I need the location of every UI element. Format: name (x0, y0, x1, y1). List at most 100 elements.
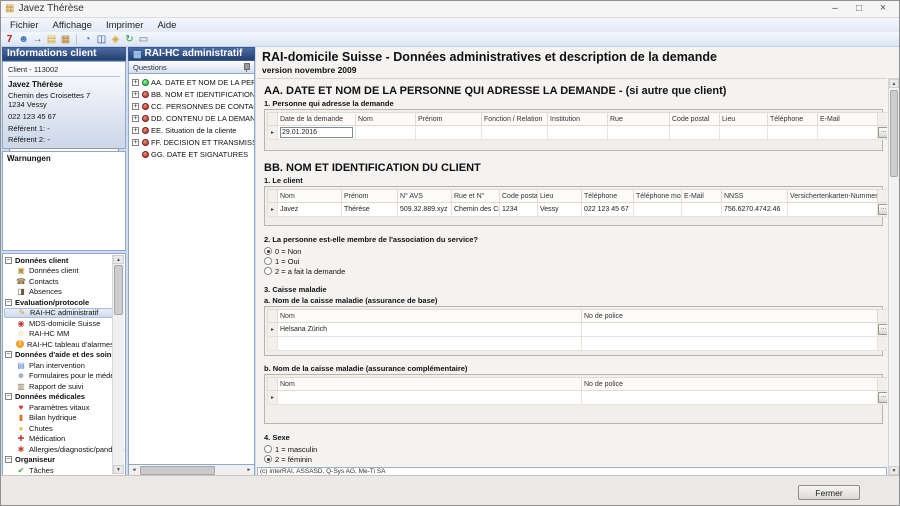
column-header-t-l-phone-mobile[interactable]: Téléphone mobile (634, 190, 682, 203)
column-header-rue-et-n[interactable]: Rue et N° (452, 190, 500, 203)
expand-icon[interactable] (132, 115, 139, 122)
scroll-thumb[interactable] (114, 265, 123, 315)
expand-icon[interactable] (132, 79, 139, 86)
cell[interactable] (356, 126, 416, 140)
nav-group-donn-es-m-dicales[interactable]: Données médicales (4, 392, 113, 403)
sidebar-item-rai-hc-administratif[interactable]: ✎RAI-HC administratif (4, 308, 113, 319)
expand-icon[interactable] (132, 103, 139, 110)
table-row[interactable]: JavezThérèse509.32.889.xyzChemin des Cro… (268, 203, 888, 217)
column-header-n-avs[interactable]: N° AVS (398, 190, 452, 203)
cell[interactable]: Helsana Zürich (278, 323, 582, 337)
radio-option-1-oui[interactable]: 1 = Oui (264, 256, 887, 266)
column-header-code-postal[interactable]: Code postal (670, 113, 720, 126)
column-header-nom[interactable]: Nom (278, 190, 342, 203)
maximize-icon[interactable] (847, 1, 871, 17)
question-tree-item-gg[interactable]: GG. DATE ET SIGNATURES (129, 148, 254, 160)
scroll-right-icon[interactable] (244, 467, 254, 473)
nav-group-donn-es-client[interactable]: Données client (4, 255, 113, 266)
cell[interactable] (278, 337, 582, 351)
cell[interactable] (682, 203, 722, 217)
column-header-lieu[interactable]: Lieu (720, 113, 768, 126)
scroll-up-icon[interactable] (113, 255, 124, 264)
pin-icon[interactable] (242, 63, 250, 72)
radio-selected-icon[interactable] (264, 247, 272, 255)
column-header-rue[interactable]: Rue (608, 113, 670, 126)
detail-button[interactable] (878, 392, 887, 403)
sidebar-item-rai-hc-mm[interactable]: ☆RAI-HC MM (4, 329, 113, 340)
cell[interactable] (548, 126, 608, 140)
question-tree-item-bb[interactable]: BB. NOM ET IDENTIFICATION DU CLIENT (129, 88, 254, 100)
collapse-icon[interactable] (5, 257, 12, 264)
cell[interactable] (788, 203, 878, 217)
radio-option-1-masculin[interactable]: 1 = masculin (264, 444, 887, 454)
column-header-lieu[interactable]: Lieu (538, 190, 582, 203)
cell[interactable]: 756.6270.4742.46 (722, 203, 788, 217)
sidebar-item-mds-domicile-suisse[interactable]: ◉MDS-domicile Suisse (4, 318, 113, 329)
sidebar-item-t-ches[interactable]: ✔Tâches (4, 465, 113, 476)
cell[interactable] (582, 391, 878, 405)
question-tree-item-cc[interactable]: CC. PERSONNES DE CONTACT (129, 100, 254, 112)
form-scroll-down-icon[interactable] (889, 466, 899, 475)
scroll-down-icon[interactable] (113, 465, 124, 474)
nav-group-evaluation-protocole[interactable]: Evaluation/protocole (4, 297, 113, 308)
sidebar-item-donn-es-client[interactable]: ▣Données client (4, 266, 113, 277)
nav-group-organiseur[interactable]: Organiseur (4, 455, 113, 466)
expand-icon[interactable] (132, 139, 139, 146)
column-header-t-l-phone[interactable]: Téléphone (582, 190, 634, 203)
save-icon[interactable]: ◫ (95, 33, 108, 46)
cell[interactable]: Vessy (538, 203, 582, 217)
column-header-pr-nom[interactable]: Prénom (416, 113, 482, 126)
expand-icon[interactable] (132, 127, 139, 134)
cell[interactable] (720, 126, 768, 140)
collapse-icon[interactable] (5, 351, 12, 358)
column-header-fonction-relation[interactable]: Fonction / Relation (482, 113, 548, 126)
radio-option-2-f-minin[interactable]: 2 = féminin (264, 454, 887, 464)
cell[interactable] (608, 126, 670, 140)
seven-icon[interactable]: 7 (3, 33, 16, 46)
sidebar-item-param-tres-vitaux[interactable]: ♥Paramètres vitaux (4, 402, 113, 413)
cell[interactable]: 509.32.889.xyz (398, 203, 452, 217)
cell[interactable] (416, 126, 482, 140)
menu-affichage[interactable]: Affichage (46, 20, 99, 31)
column-header-e-mail[interactable]: E-Mail (818, 113, 878, 126)
collapse-icon[interactable] (5, 299, 12, 306)
cell[interactable]: 022 123 45 67 (582, 203, 634, 217)
detail-button[interactable] (878, 204, 887, 215)
scroll-left-icon[interactable] (129, 467, 139, 473)
table-row[interactable]: Helsana Zürich (268, 323, 888, 337)
cell-editor[interactable]: 29.01.2016 (280, 127, 353, 138)
sidebar-item-absences[interactable]: ◨Absences (4, 287, 113, 298)
detail-button[interactable] (878, 127, 887, 138)
cell[interactable] (670, 126, 720, 140)
collapse-icon[interactable] (5, 456, 12, 463)
question-tree-item-ff[interactable]: FF. DECISION ET TRANSMISSION (129, 136, 254, 148)
menu-aide[interactable]: Aide (150, 20, 183, 31)
logout-icon[interactable]: → (31, 33, 44, 46)
sidebar-item-plan-intervention[interactable]: ▤Plan intervention (4, 360, 113, 371)
table-row[interactable]: 29.01.2016 (268, 126, 888, 140)
cell[interactable] (582, 337, 878, 351)
preview-icon[interactable]: ▭ (137, 33, 150, 46)
column-header-institution[interactable]: Institution (548, 113, 608, 126)
cell[interactable]: 29.01.2016 (278, 126, 356, 140)
hscroll-thumb[interactable] (140, 466, 215, 475)
column-header-nom[interactable]: Nom (278, 310, 582, 323)
cell[interactable] (818, 126, 878, 140)
column-header-no-de-police[interactable]: No de police (582, 310, 878, 323)
sidebar-item-rai-hc-tableau-d-alarmes[interactable]: !RAI-HC tableau d'alarmes (4, 339, 113, 350)
close-icon[interactable] (871, 1, 895, 17)
sidebar-item-bilan-hydrique[interactable]: ▮Bilan hydrique (4, 413, 113, 424)
minimize-icon[interactable] (823, 1, 847, 17)
column-header-code-postal[interactable]: Code postal (500, 190, 538, 203)
table-row[interactable] (268, 391, 888, 405)
collapse-icon[interactable] (5, 393, 12, 400)
menu-fichier[interactable]: Fichier (3, 20, 46, 31)
column-header-nom[interactable]: Nom (356, 113, 416, 126)
radio-option-2-a-fait-la-demande[interactable]: 2 = a fait la demande (264, 266, 887, 276)
column-header-no-de-police[interactable]: No de police (582, 378, 878, 391)
radio-option-0-non[interactable]: 0 = Non (264, 246, 887, 256)
fermer-button[interactable]: Fermer (798, 485, 860, 500)
cell[interactable]: Javez (278, 203, 342, 217)
detail-button[interactable] (878, 324, 887, 335)
sidebar-item-m-dication[interactable]: ✚Médication (4, 434, 113, 445)
